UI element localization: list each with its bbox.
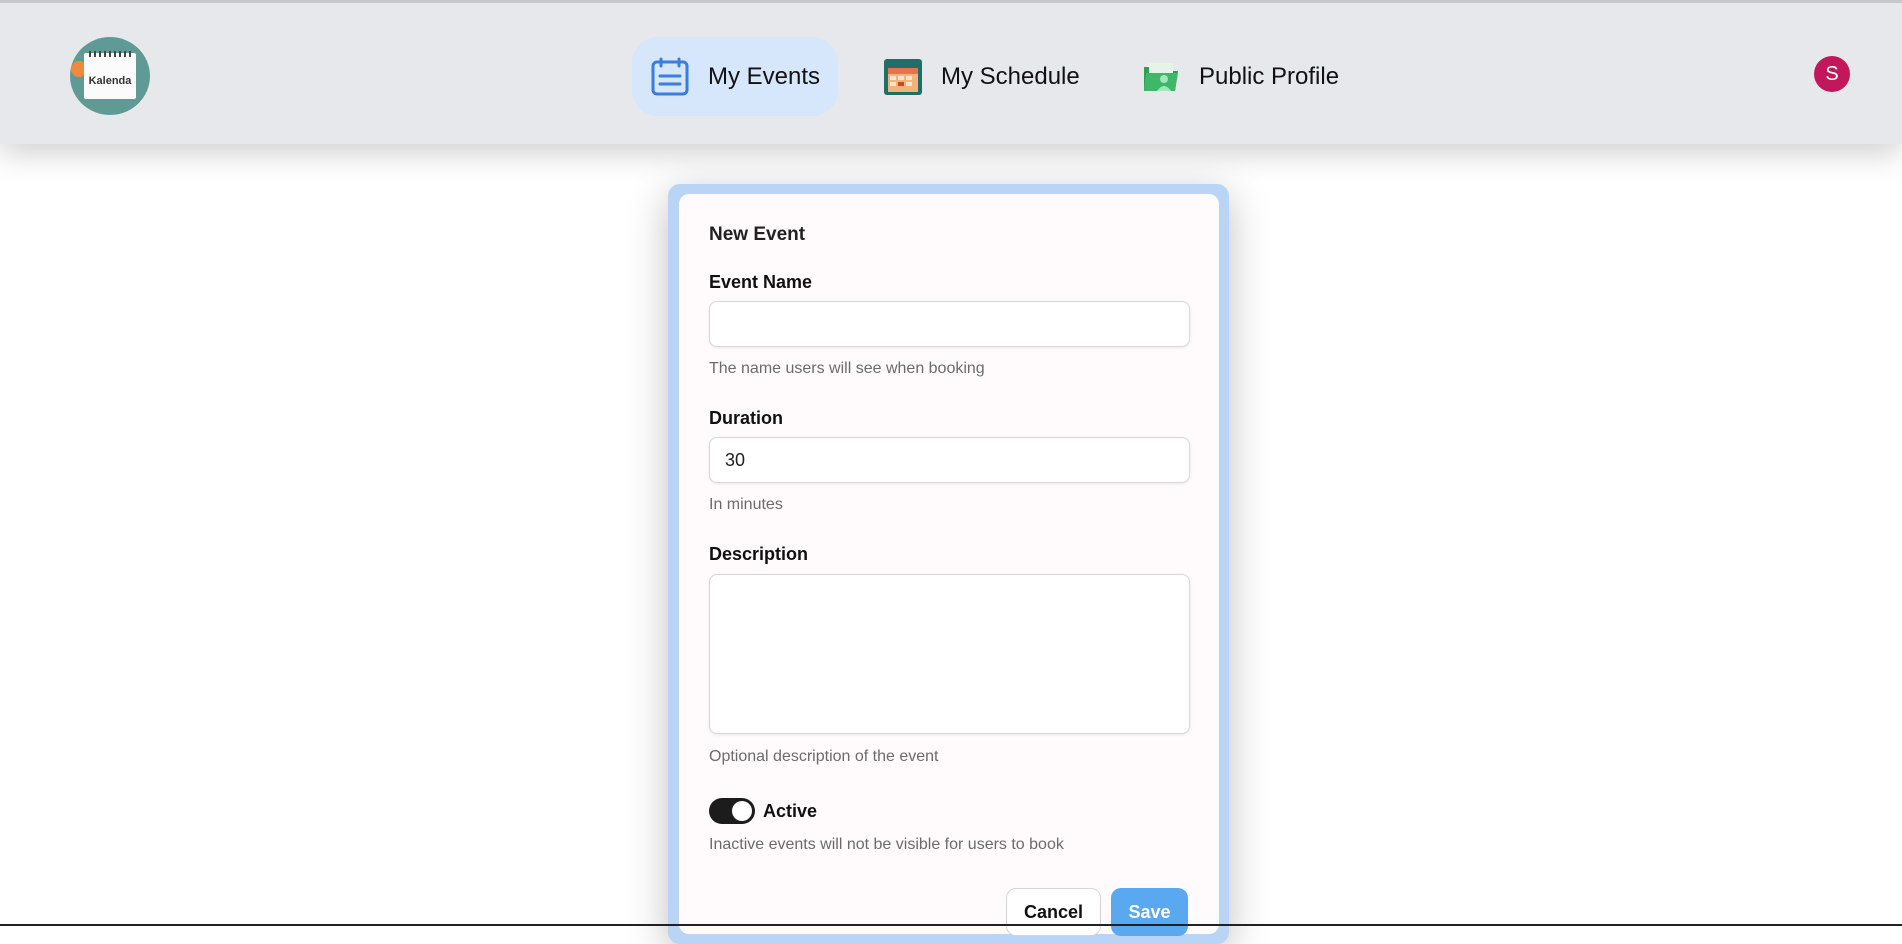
duration-label: Duration xyxy=(709,408,783,428)
duration-input[interactable] xyxy=(709,437,1190,483)
active-label: Active xyxy=(763,801,818,821)
active-toggle[interactable] xyxy=(709,798,755,824)
calendar-grid-icon xyxy=(883,57,923,97)
description-label: Description xyxy=(709,544,809,564)
nav-item-label: Public Profile xyxy=(1199,62,1340,90)
nav-item-label: My Events xyxy=(708,62,821,90)
cancel-button[interactable]: Cancel xyxy=(1006,888,1101,936)
logo-text: Kalenda xyxy=(88,75,132,87)
app-logo[interactable]: Kalenda xyxy=(70,37,150,115)
nav-item-my-schedule[interactable]: My Schedule xyxy=(865,37,1098,116)
active-hint: Inactive events will not be visible for … xyxy=(709,836,1064,853)
nav-item-public-profile[interactable]: Public Profile xyxy=(1123,37,1357,116)
form-title: New Event xyxy=(709,224,806,245)
toggle-knob xyxy=(732,801,752,821)
user-avatar[interactable]: S xyxy=(1814,56,1850,92)
folder-person-icon xyxy=(1141,57,1181,97)
event-name-label: Event Name xyxy=(709,272,813,292)
event-name-input[interactable] xyxy=(709,301,1190,347)
description-textarea[interactable] xyxy=(709,574,1190,734)
event-name-hint: The name users will see when booking xyxy=(709,360,985,377)
clipboard-list-icon xyxy=(650,57,690,97)
nav-item-my-events[interactable]: My Events xyxy=(632,37,839,116)
duration-hint: In minutes xyxy=(709,496,783,513)
new-event-form: New Event Event Name The name users will… xyxy=(679,194,1219,936)
logo-rings xyxy=(89,51,131,57)
description-hint: Optional description of the event xyxy=(709,748,939,765)
nav-item-label: My Schedule xyxy=(941,62,1080,90)
top-border xyxy=(0,0,1902,3)
top-navigation-bar: Kalenda My Events My Schedule Public Pro… xyxy=(0,3,1902,144)
save-button[interactable]: Save xyxy=(1111,888,1188,936)
